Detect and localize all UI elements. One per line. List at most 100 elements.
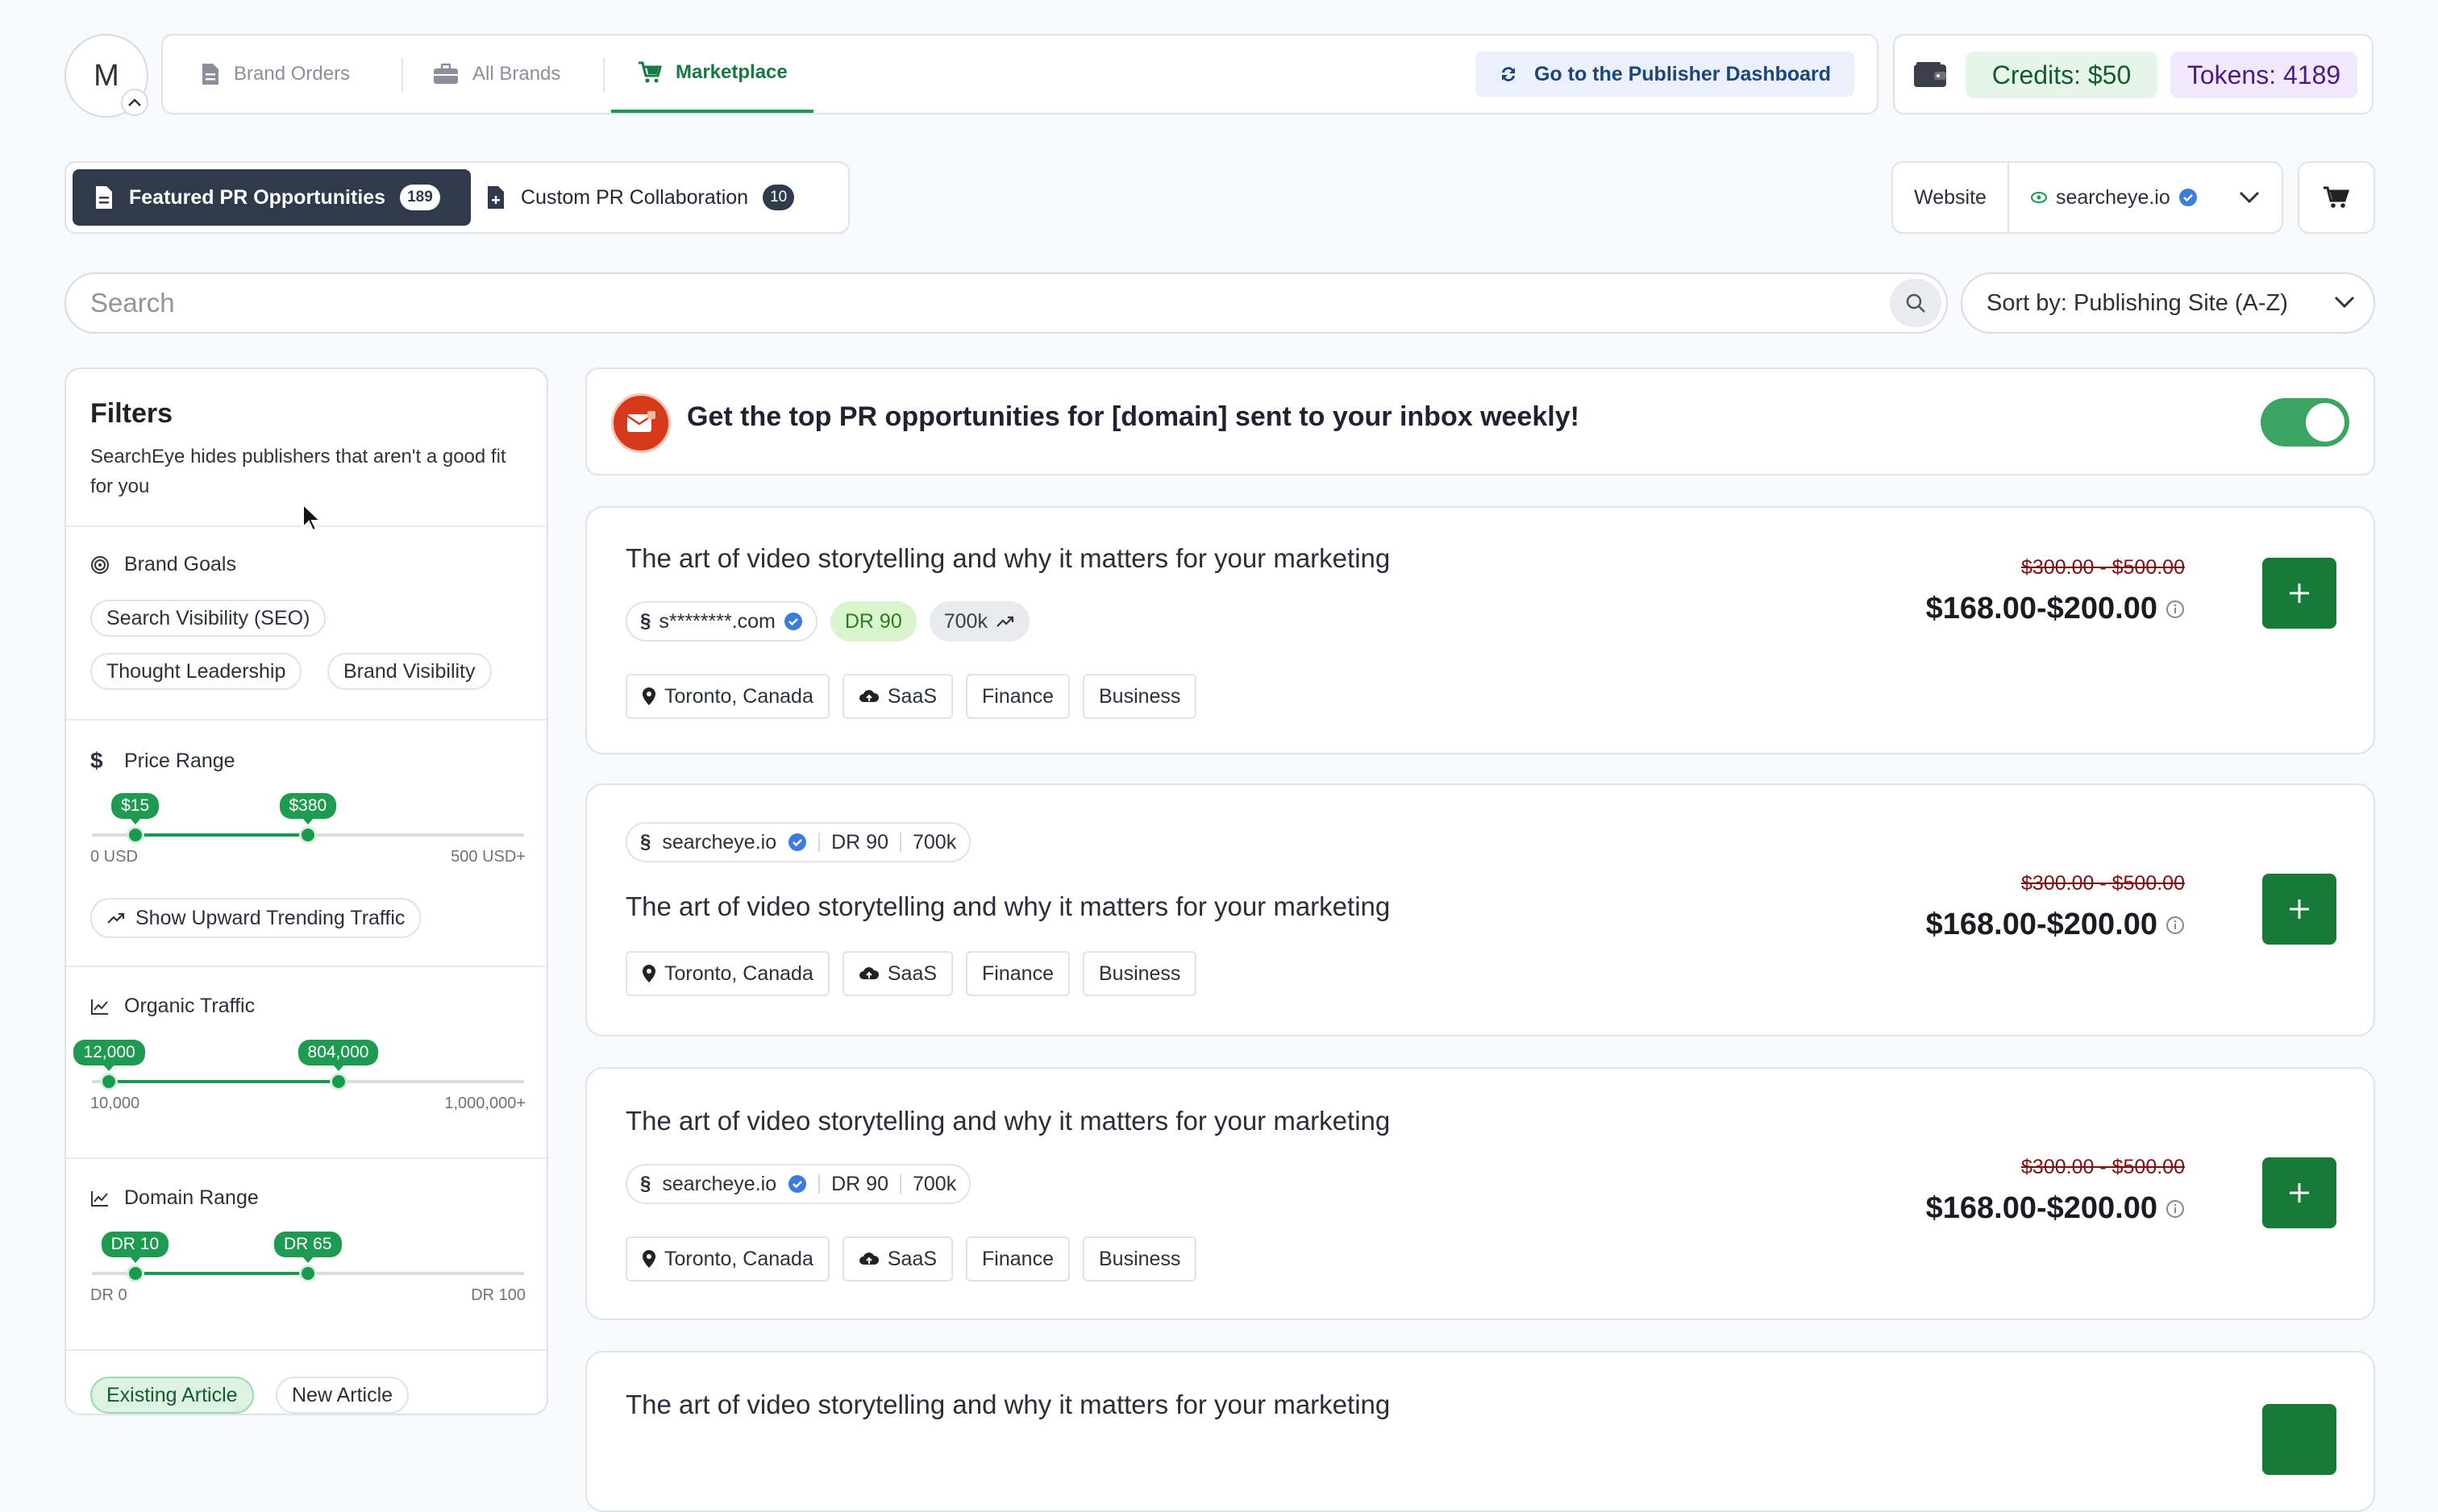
website-selector[interactable]: Website searcheye.io (1891, 161, 2283, 234)
tab-label: All Brands (472, 63, 561, 85)
dollar-icon: $ (90, 748, 103, 773)
featured-count-badge: 189 (400, 185, 440, 210)
category-tag: Finance (966, 1236, 1070, 1281)
website-dropdown[interactable]: searcheye.io (2014, 163, 2280, 232)
location-pin-icon (643, 965, 655, 982)
divider (66, 1349, 547, 1351)
brand-goals-title: Brand Goals (124, 553, 236, 575)
publisher-dashboard-button[interactable]: Go to the Publisher Dashboard (1475, 52, 1854, 97)
nav-divider (401, 58, 403, 92)
verified-icon (788, 833, 807, 851)
category-tag: Business (1082, 674, 1197, 719)
site-pill[interactable]: § searcheye.io DR 90 700k (626, 822, 971, 862)
slider-min-label: 10,000 (90, 1095, 140, 1112)
traffic-value: 700k (943, 609, 988, 633)
slider-max-knob[interactable] (299, 826, 317, 844)
domain-range-heading: Domain Range (90, 1186, 259, 1210)
site-pill[interactable]: § s********.com (626, 601, 818, 642)
domain-range-title: Domain Range (124, 1186, 259, 1209)
tab-all-brands[interactable]: All Brands (432, 35, 560, 113)
divider (66, 719, 547, 721)
info-icon[interactable] (2165, 916, 2185, 935)
location-label: Toronto, Canada (664, 1247, 813, 1270)
card-tags-row: Toronto, Canada SaaS Finance Business (626, 951, 1197, 996)
tab-marketplace[interactable]: Marketplace (611, 35, 813, 113)
searcheye-logo-icon: § (640, 831, 651, 853)
chevron-down-icon (2239, 191, 2259, 204)
document-add-icon (488, 186, 504, 209)
target-icon (91, 555, 109, 574)
original-price: $300.00 - $500.00 (2021, 1156, 2185, 1178)
location-tag: Toronto, Canada (626, 1236, 830, 1281)
line-chart-icon (91, 999, 108, 1015)
wallet-icon[interactable] (1912, 60, 1948, 90)
category-label: SaaS (887, 1247, 938, 1270)
divider (899, 1174, 901, 1194)
slider-min-knob[interactable] (126, 826, 144, 844)
slider-max-tag-pointer (332, 1065, 344, 1071)
discounted-price: $168.00-$200.00 (1925, 1191, 2157, 1225)
new-article-chip[interactable]: New Article (276, 1377, 410, 1414)
slider-min-tag-pointer (129, 1257, 141, 1263)
briefcase-icon (434, 63, 458, 84)
category-tag: Business (1082, 1236, 1197, 1281)
nav-divider (603, 58, 605, 92)
brand-goals-heading: Brand Goals (90, 553, 236, 576)
organic-traffic-heading: Organic Traffic (90, 995, 255, 1018)
slider-min-knob[interactable] (126, 1265, 144, 1282)
search-input[interactable]: Search (64, 272, 1948, 334)
existing-article-chip[interactable]: Existing Article (90, 1377, 254, 1414)
original-price: $300.00 - $500.00 (2021, 556, 2185, 579)
add-to-cart-button[interactable] (2262, 1157, 2336, 1228)
cart-icon (2324, 186, 2350, 208)
verified-icon (784, 613, 802, 630)
tab-brand-orders[interactable]: Brand Orders (200, 35, 350, 113)
goal-chip-seo[interactable]: Search Visibility (SEO) (90, 600, 327, 637)
eye-icon (2031, 192, 2047, 203)
add-to-cart-button[interactable] (2262, 1404, 2336, 1475)
slider-min-knob[interactable] (100, 1073, 119, 1090)
category-tag: SaaS (842, 674, 954, 719)
custom-pr-tab[interactable]: Custom PR Collaboration 10 (485, 169, 840, 226)
search-button[interactable] (1890, 279, 1941, 327)
sort-dropdown[interactable]: Sort by: Publishing Site (A-Z) (1961, 272, 2375, 334)
publisher-dashboard-label: Go to the Publisher Dashboard (1533, 62, 1832, 85)
document-icon (202, 64, 218, 85)
shopping-cart-icon (639, 61, 662, 83)
slider-max-label: 1,000,000+ (444, 1095, 526, 1112)
location-label: Toronto, Canada (664, 684, 813, 708)
slider-max-tag-pointer (302, 1257, 314, 1263)
site-pill[interactable]: § searcheye.io DR 90 700k (626, 1164, 971, 1204)
slider-min-label: DR 0 (90, 1286, 127, 1304)
goal-chip-brand-visibility[interactable]: Brand Visibility (327, 653, 492, 690)
featured-pr-label: Featured PR Opportunities (129, 185, 386, 209)
cart-button[interactable] (2298, 161, 2375, 234)
add-to-cart-button[interactable] (2262, 558, 2336, 629)
custom-pr-label: Custom PR Collaboration (521, 185, 749, 209)
domain-range-slider[interactable]: DR 10 DR 65 DR 0 DR 100 (90, 1232, 526, 1304)
divider (818, 1174, 821, 1194)
featured-pr-tab[interactable]: Featured PR Opportunities 189 (73, 169, 471, 226)
price-range-slider[interactable]: $15 $380 0 USD 500 USD+ (90, 793, 526, 866)
avatar-menu-chevron-icon[interactable] (121, 89, 148, 116)
info-icon[interactable] (2165, 600, 2185, 619)
opportunity-card: The art of video storytelling and why it… (585, 1067, 2375, 1320)
info-icon[interactable] (2165, 1199, 2185, 1219)
category-tag: Business (1082, 951, 1197, 996)
tab-label: Marketplace (676, 61, 788, 83)
organic-traffic-slider[interactable]: 12,000 804,000 10,000 1,000,000+ (73, 1040, 526, 1112)
divider (66, 1157, 547, 1159)
upward-trending-toggle[interactable]: Show Upward Trending Traffic (90, 898, 422, 938)
card-site-row: § s********.com DR 90 700k (626, 601, 1030, 642)
searcheye-logo-icon: § (640, 1173, 651, 1194)
goal-chip-thought-leadership[interactable]: Thought Leadership (90, 653, 302, 690)
newsletter-icon (611, 393, 671, 453)
card-tags-row: Toronto, Canada SaaS Finance Business (626, 1236, 1197, 1281)
slider-max-knob[interactable] (299, 1265, 317, 1282)
slider-max-knob[interactable] (329, 1073, 347, 1090)
domain-rating: DR 90 (831, 830, 888, 854)
category-label: SaaS (887, 962, 938, 985)
weekly-digest-toggle[interactable] (2261, 398, 2349, 447)
price-row: $168.00-$200.00 (1926, 592, 2185, 626)
add-to-cart-button[interactable] (2262, 874, 2336, 945)
